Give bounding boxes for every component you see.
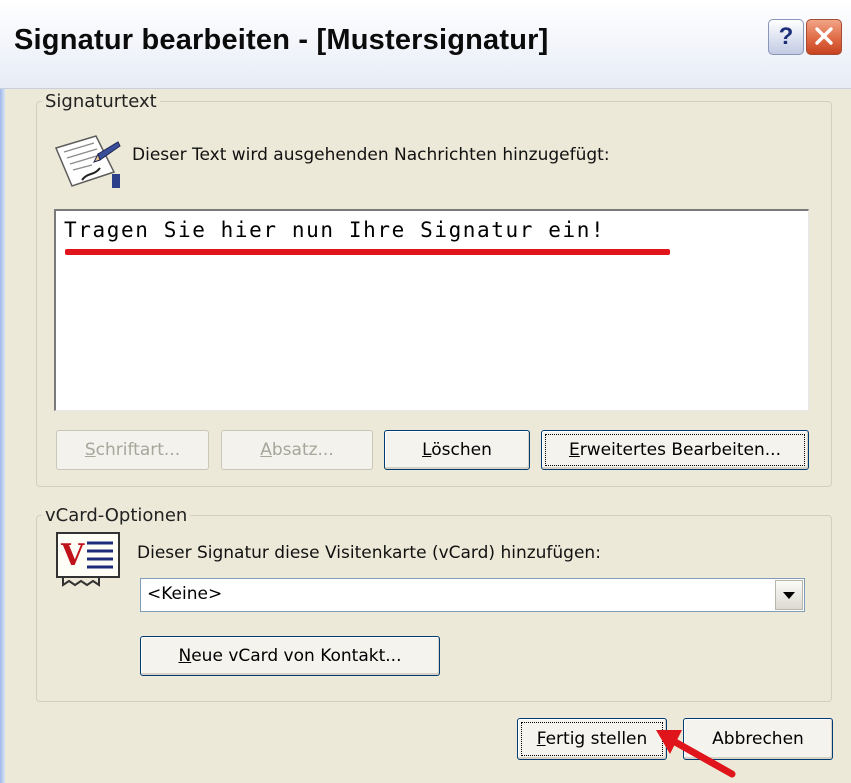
signature-text-editor[interactable]: Tragen Sie hier nun Ihre Signatur ein! [54, 209, 809, 411]
window-frame-edge [0, 0, 5, 783]
font-button[interactable]: Schriftart... [56, 430, 209, 470]
delete-button-label: Löschen [422, 440, 492, 460]
vcard-select-value: <Keine> [147, 584, 223, 604]
signature-text-legend: Signaturtext [42, 91, 160, 112]
signature-description: Dieser Text wird ausgehenden Nachrichten… [132, 145, 610, 165]
signature-edit-dialog: Signatur bearbeiten - [Mustersignatur] ?… [0, 0, 851, 783]
vcard-select-dropdown-button[interactable] [775, 580, 803, 610]
font-button-label: Schriftart... [84, 440, 181, 460]
finish-button[interactable]: Fertig stellen [517, 718, 667, 760]
help-button[interactable]: ? [768, 19, 804, 55]
vcard-options-legend: vCard-Optionen [42, 505, 191, 526]
vcard-description: Dieser Signatur diese Visitenkarte (vCar… [137, 543, 601, 563]
new-vcard-from-contact-button[interactable]: Neue vCard von Kontakt... [140, 636, 440, 676]
advanced-edit-button[interactable]: Erweitertes Bearbeiten... [541, 430, 809, 470]
vcard-select[interactable]: <Keine> [140, 578, 805, 612]
close-button[interactable] [806, 19, 842, 55]
svg-text:V: V [60, 538, 85, 573]
red-underline-annotation [65, 249, 670, 255]
close-icon [815, 27, 833, 45]
paragraph-button[interactable]: Absatz... [221, 430, 373, 470]
chevron-down-icon [783, 592, 795, 599]
new-vcard-button-label: Neue vCard von Kontakt... [178, 646, 402, 666]
pen-on-paper-icon [54, 135, 121, 188]
window-title: Signatur bearbeiten - [Mustersignatur] [14, 24, 549, 56]
red-arrow-icon [656, 730, 736, 778]
finish-button-label: Fertig stellen [536, 729, 648, 749]
delete-button[interactable]: Löschen [384, 430, 530, 470]
paragraph-button-label: Absatz... [260, 440, 334, 460]
vcard-icon: V [56, 532, 120, 587]
advanced-edit-button-label: Erweitertes Bearbeiten... [569, 440, 781, 460]
signature-text-value[interactable]: Tragen Sie hier nun Ihre Signatur ein! [64, 218, 605, 242]
title-bar[interactable]: Signatur bearbeiten - [Mustersignatur] ? [0, 0, 851, 89]
